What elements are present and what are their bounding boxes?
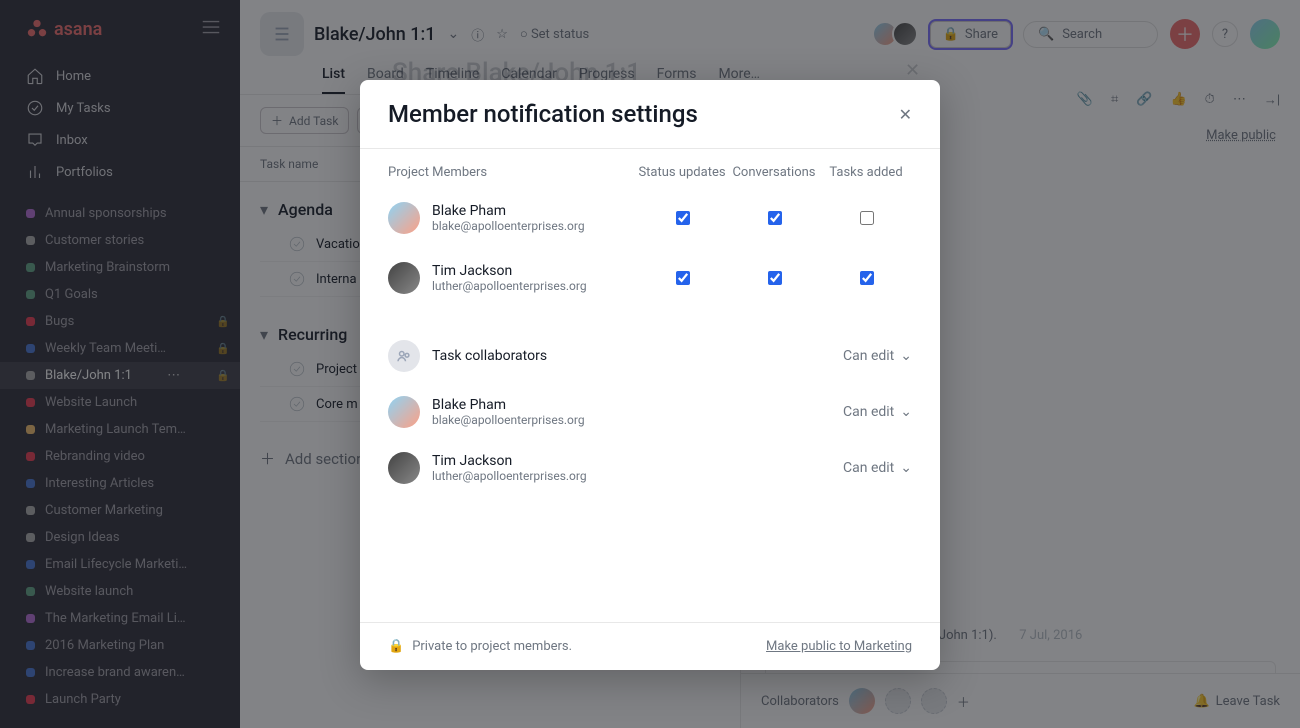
chevron-down-icon: ⌄ bbox=[900, 404, 912, 420]
share-member-row: Tim Jacksonluther@apolloenterprises.orgC… bbox=[388, 440, 912, 496]
privacy-indicator: 🔒 Private to project members. bbox=[388, 639, 572, 654]
notification-checkbox[interactable] bbox=[636, 194, 728, 242]
lock-icon: 🔒 bbox=[388, 639, 404, 654]
notification-settings-modal: Member notification settings ✕ Project M… bbox=[360, 80, 940, 670]
chevron-down-icon: ⌄ bbox=[900, 348, 912, 364]
permission-dropdown[interactable]: Can edit ⌄ bbox=[843, 460, 912, 476]
notification-checkbox[interactable] bbox=[636, 254, 728, 302]
avatar bbox=[388, 396, 420, 428]
column-header: Status updates bbox=[636, 165, 728, 188]
share-member-row: Task collaboratorsCan edit ⌄ bbox=[388, 328, 912, 384]
notification-checkbox[interactable] bbox=[820, 254, 912, 302]
avatar bbox=[388, 452, 420, 484]
close-icon: ✕ bbox=[905, 60, 920, 81]
permission-dropdown[interactable]: Can edit ⌄ bbox=[843, 404, 912, 420]
column-header: Tasks added bbox=[820, 165, 912, 188]
column-header: Project Members bbox=[388, 165, 636, 188]
share-member-row: Blake Phamblake@apolloenterprises.orgCan… bbox=[388, 384, 912, 440]
member-row: Tim Jacksonluther@apolloenterprises.org bbox=[388, 248, 636, 308]
notification-checkbox[interactable] bbox=[820, 194, 912, 242]
column-header: Conversations bbox=[728, 165, 820, 188]
chevron-down-icon: ⌄ bbox=[900, 460, 912, 476]
avatar bbox=[388, 202, 420, 234]
make-public-link[interactable]: Make public to Marketing bbox=[766, 639, 912, 654]
member-row: Blake Phamblake@apolloenterprises.org bbox=[388, 188, 636, 248]
close-icon[interactable]: ✕ bbox=[899, 105, 912, 124]
permission-dropdown[interactable]: Can edit ⌄ bbox=[843, 348, 912, 364]
group-icon bbox=[388, 340, 420, 372]
notification-checkbox[interactable] bbox=[728, 194, 820, 242]
avatar bbox=[388, 262, 420, 294]
notification-checkbox[interactable] bbox=[728, 254, 820, 302]
modal-title: Member notification settings bbox=[388, 100, 698, 128]
